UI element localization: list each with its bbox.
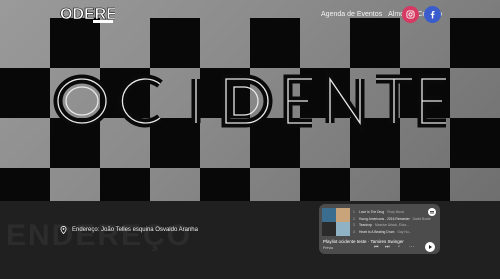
checker-square (0, 168, 50, 201)
facebook-button[interactable] (424, 6, 441, 23)
spotify-logo-icon[interactable] (428, 208, 436, 216)
spotify-player[interactable]: 1 Love Is The Drug Roxy Music 2 Young Am… (319, 204, 440, 254)
share-icon[interactable]: ◔ (397, 244, 400, 250)
preview-label: Prévia (323, 246, 333, 250)
checker-square (200, 168, 250, 201)
instagram-button[interactable] (402, 6, 419, 23)
checker-square (100, 168, 150, 201)
track-row[interactable]: 4 Heart Is A Beating Drum Gay Nu... (353, 229, 431, 236)
skip-back-icon[interactable]: ⏮ (374, 244, 379, 250)
footer-ghost-heading: ENDEREÇO (6, 219, 193, 252)
address-text: Endereço: João Telles esquina Osvaldo Ar… (72, 227, 198, 233)
odere-logo[interactable]: ODERE (60, 3, 115, 25)
more-options-icon[interactable]: ··· (409, 244, 414, 250)
hero-banner (0, 0, 500, 201)
facebook-icon (430, 10, 435, 19)
playlist-title: Playlist ocidente teste · Tamires Swinge… (323, 239, 404, 244)
playlist-cover (322, 208, 350, 236)
location-pin-icon (60, 226, 67, 234)
play-button[interactable] (425, 242, 435, 252)
checker-square (400, 168, 450, 201)
checker-square (300, 168, 350, 201)
nav-item-agenda[interactable]: Agenda de Eventos (321, 11, 382, 18)
skip-forward-icon[interactable]: ⏭ (385, 244, 390, 250)
instagram-icon (406, 10, 415, 19)
track-list: 1 Love Is The Drug Roxy Music 2 Young Am… (353, 209, 431, 235)
site-header: ODERE Agenda de Eventos Almoço Contato (0, 0, 500, 30)
ocidente-wordmark (53, 68, 446, 134)
address-line: Endereço: João Telles esquina Osvaldo Ar… (60, 226, 198, 234)
